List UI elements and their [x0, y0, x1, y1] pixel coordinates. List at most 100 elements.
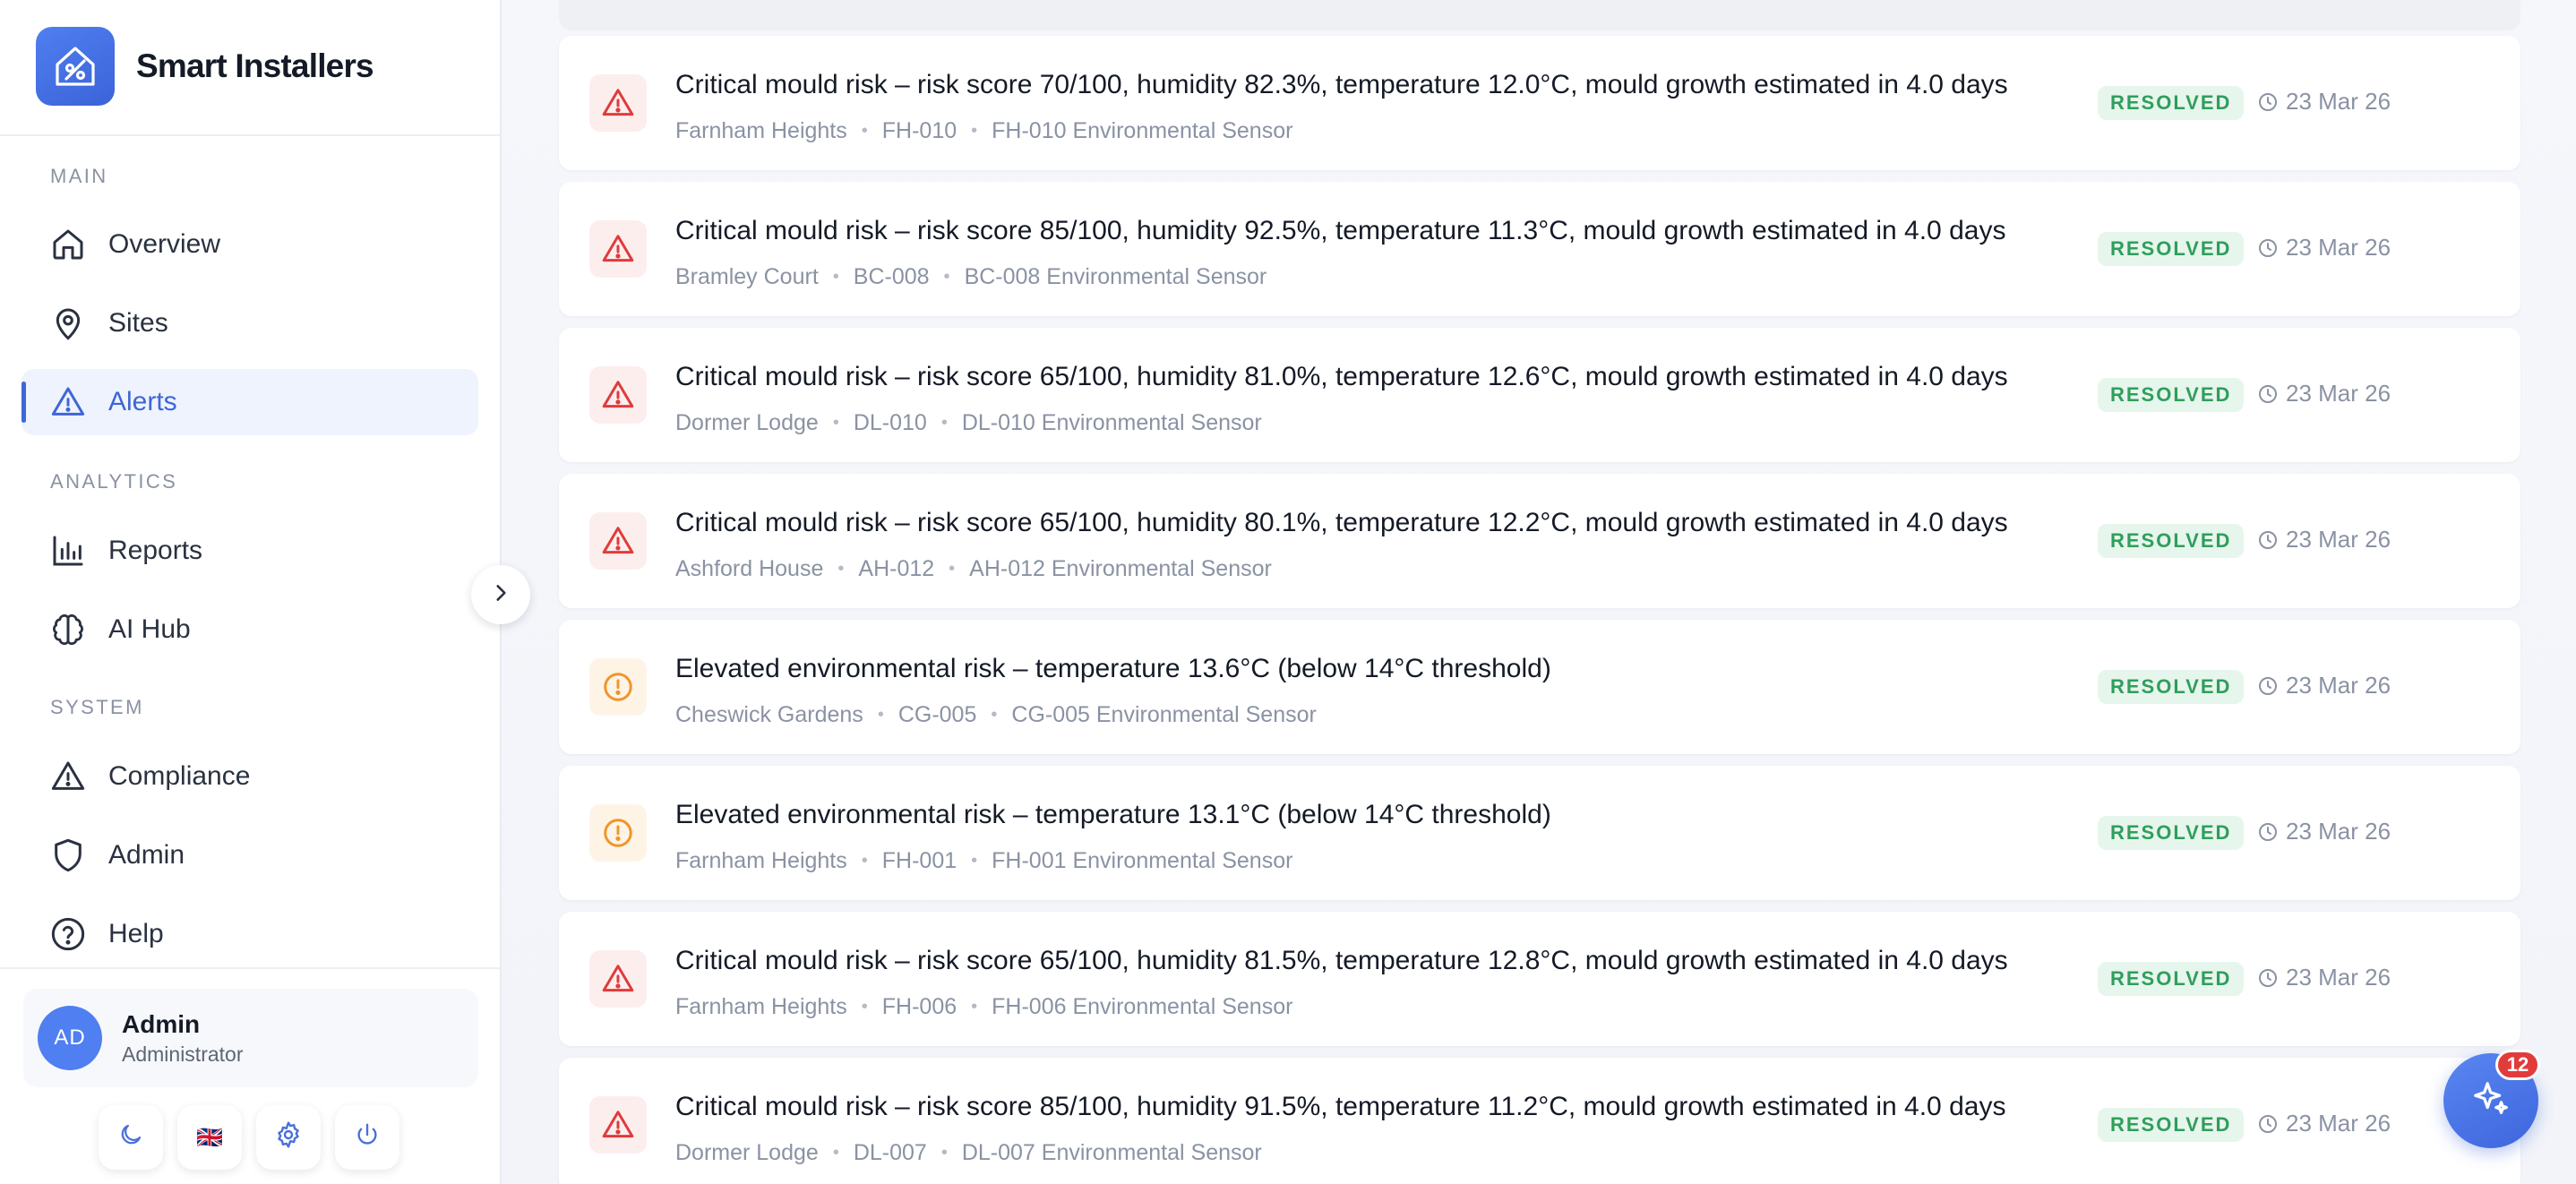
map-pin-icon [49, 305, 87, 342]
meta-separator: • [971, 997, 978, 1017]
alert-triangle-icon [49, 758, 87, 795]
meta-separator: • [991, 705, 998, 725]
meta-separator: • [949, 559, 956, 579]
meta-separator: • [837, 559, 845, 579]
alert-meta: Farnham Heights • FH-006 • FH-006 Enviro… [675, 994, 1292, 1020]
alert-circle-icon [604, 673, 632, 701]
meta-separator: • [861, 851, 868, 871]
user-role: Administrator [122, 1042, 244, 1066]
alert-row[interactable]: Critical mould risk – risk score 65/100,… [559, 912, 2520, 1046]
alert-row[interactable]: Critical mould risk – risk score 65/100,… [559, 328, 2520, 462]
alert-meta: Bramley Court • BC-008 • BC-008 Environm… [675, 264, 1267, 290]
alert-site: Dormer Lodge [675, 1140, 819, 1165]
user-card[interactable]: AD Admin Administrator [23, 989, 478, 1087]
alert-row[interactable]: Critical mould risk – risk score 85/100,… [559, 1058, 2520, 1184]
alert-unit: FH-010 [881, 118, 957, 143]
alert-date-text: 23 Mar 26 [2286, 818, 2391, 845]
alerts-list: Critical mould risk – risk score 70/100,… [502, 0, 2576, 1184]
alert-severity-box [589, 804, 647, 862]
brand-logo-icon [36, 27, 115, 106]
section-label-analytics: ANALYTICS [50, 470, 178, 493]
alert-triangle-icon [602, 527, 634, 554]
brand[interactable]: Smart Installers [36, 27, 374, 106]
alert-row[interactable]: Elevated environmental risk – temperatur… [559, 620, 2520, 754]
sidebar-item-ai-hub[interactable]: AI Hub [21, 596, 478, 663]
sidebar-item-compliance[interactable]: Compliance [21, 743, 478, 810]
alert-date: 23 Mar 26 [2257, 380, 2391, 408]
sidebar-item-label: Sites [108, 308, 168, 338]
moon-icon [117, 1121, 144, 1154]
alert-severity-box [589, 658, 647, 716]
sidebar-item-label: Reports [108, 536, 203, 565]
logout-button[interactable] [335, 1105, 399, 1170]
sidebar-item-overview[interactable]: Overview [21, 211, 478, 278]
uk-flag-icon: 🇬🇧 [196, 1125, 223, 1150]
sparkle-icon [2470, 1078, 2512, 1124]
alert-title: Elevated environmental risk – temperatur… [675, 800, 1551, 829]
sidebar-item-label: AI Hub [108, 614, 191, 644]
status-badge: RESOLVED [2098, 86, 2245, 120]
alert-date: 23 Mar 26 [2257, 234, 2391, 262]
alert-site: Farnham Heights [675, 118, 847, 143]
alert-unit: BC-008 [853, 264, 930, 289]
meta-separator: • [971, 851, 978, 871]
alert-site: Cheswick Gardens [675, 702, 863, 727]
status-badge: RESOLVED [2098, 524, 2245, 558]
alert-row[interactable]: Critical mould risk – risk score 85/100,… [559, 182, 2520, 316]
alert-date: 23 Mar 26 [2257, 88, 2391, 116]
section-label-main: MAIN [50, 165, 108, 187]
clock-icon [2257, 675, 2279, 697]
sidebar-item-reports[interactable]: Reports [21, 518, 478, 584]
meta-separator: • [943, 267, 950, 287]
alert-date: 23 Mar 26 [2257, 526, 2391, 553]
alert-date-text: 23 Mar 26 [2286, 88, 2391, 115]
clock-icon [2257, 91, 2279, 113]
meta-separator: • [861, 121, 868, 141]
alert-meta: Dormer Lodge • DL-007 • DL-007 Environme… [675, 1140, 1262, 1166]
status-badge: RESOLVED [2098, 1108, 2245, 1142]
alert-row[interactable]: Critical mould risk – risk score 65/100,… [559, 474, 2520, 608]
status-badge: RESOLVED [2098, 962, 2245, 996]
alert-severity-box [589, 950, 647, 1008]
alert-site: Ashford House [675, 556, 824, 581]
alert-meta: Cheswick Gardens • CG-005 • CG-005 Envir… [675, 702, 1317, 728]
sidebar-item-label: Alerts [108, 387, 177, 416]
alert-site: Farnham Heights [675, 994, 847, 1019]
alert-date: 23 Mar 26 [2257, 964, 2391, 991]
clock-icon [2257, 383, 2279, 405]
alert-severity-box [589, 512, 647, 570]
sidebar-item-help[interactable]: Help [21, 901, 478, 967]
shield-icon [49, 837, 87, 874]
alert-title: Critical mould risk – risk score 65/100,… [675, 362, 2008, 391]
meta-separator: • [971, 121, 978, 141]
alert-row[interactable]: Critical mould risk – risk score 70/100,… [559, 36, 2520, 170]
alert-date-text: 23 Mar 26 [2286, 380, 2391, 407]
alert-unit: FH-006 [881, 994, 957, 1019]
divider [0, 134, 502, 136]
alert-meta: Dormer Lodge • DL-010 • DL-010 Environme… [675, 410, 1262, 436]
sidebar-item-admin[interactable]: Admin [21, 822, 478, 888]
brain-icon [49, 611, 87, 648]
clock-icon [2257, 237, 2279, 259]
alert-triangle-icon [602, 381, 634, 408]
sidebar-item-label: Admin [108, 840, 185, 870]
dark-mode-button[interactable] [99, 1105, 163, 1170]
alert-unit: AH-012 [858, 556, 935, 581]
section-label-system: SYSTEM [50, 696, 144, 718]
alert-row[interactable]: Elevated environmental risk – temperatur… [559, 766, 2520, 900]
alert-date-text: 23 Mar 26 [2286, 672, 2391, 699]
alert-severity-box [589, 220, 647, 278]
alert-device: CG-005 Environmental Sensor [1011, 702, 1317, 727]
home-icon [49, 226, 87, 263]
alert-severity-box [589, 366, 647, 424]
meta-separator: • [861, 997, 868, 1017]
meta-separator: • [940, 413, 948, 433]
language-button[interactable]: 🇬🇧 [177, 1105, 242, 1170]
alert-triangle-icon [602, 235, 634, 262]
alert-title: Critical mould risk – risk score 65/100,… [675, 508, 2008, 537]
alert-device: DL-010 Environmental Sensor [961, 410, 1262, 435]
sidebar-item-sites[interactable]: Sites [21, 290, 478, 356]
settings-button[interactable] [256, 1105, 321, 1170]
sidebar-item-alerts[interactable]: Alerts [21, 369, 478, 435]
sidebar-collapse-button[interactable] [471, 565, 530, 624]
